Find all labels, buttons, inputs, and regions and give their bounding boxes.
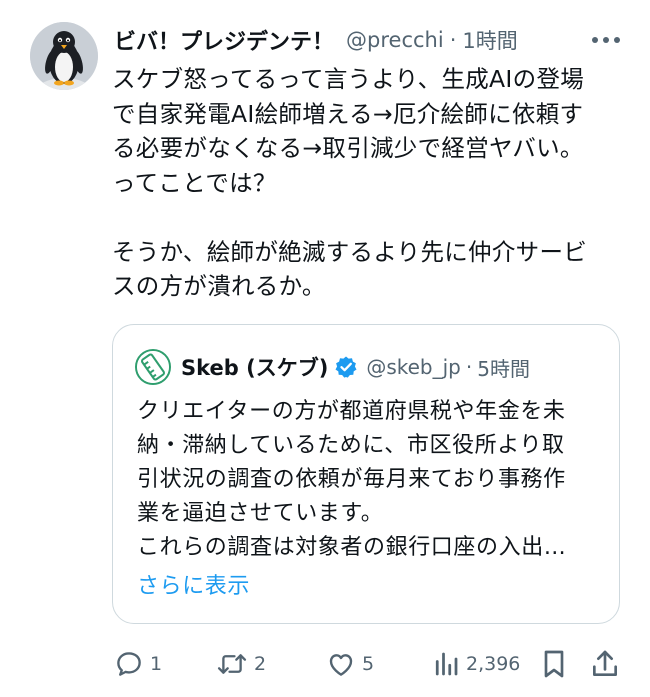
author-handle[interactable]: @precchi [346, 28, 444, 52]
views-button[interactable]: 2,396 [432, 646, 520, 682]
views-bar-chart-icon [435, 652, 458, 676]
quoted-tweet[interactable]: Skeb (スケブ) @skeb_jp · 5時間 クリエイターの方が都道府県税… [112, 324, 620, 624]
retweet-icon [217, 654, 247, 674]
header-separator: · [449, 28, 457, 52]
reply-count: 1 [150, 653, 163, 675]
more-horizontal-icon [592, 37, 620, 43]
quoted-author-display-name[interactable]: Skeb (スケブ) [181, 352, 328, 382]
reply-button[interactable]: 1 [114, 646, 162, 682]
retweet-count: 2 [254, 653, 267, 675]
heart-icon [329, 654, 353, 676]
quoted-author-handle[interactable]: @skeb_jp [366, 355, 461, 379]
share-button[interactable] [590, 646, 620, 682]
quoted-tweet-header: Skeb (スケブ) @skeb_jp · 5時間 [135, 349, 603, 385]
tweet-header: ビバ！プレジデンテ！ @precchi · 1時間 [114, 22, 630, 58]
retweet-button[interactable]: 2 [216, 646, 266, 682]
quoted-header-separator: · [465, 355, 473, 379]
quoted-author-avatar[interactable] [135, 349, 171, 385]
views-count: 2,396 [466, 653, 521, 675]
quoted-tweet-timestamp[interactable]: 5時間 [477, 353, 530, 382]
like-count: 5 [362, 653, 375, 675]
penguin-avatar-icon [30, 22, 98, 90]
reply-icon [117, 652, 141, 676]
bookmark-icon [544, 650, 564, 678]
quoted-tweet-text: クリエイターの方が都道府県税や年金を未 納・滞納しているために、市区役所より取 … [137, 399, 567, 560]
bookmark-button[interactable] [540, 646, 568, 682]
tweet-action-bar: 1 2 5 2,396 [0, 646, 650, 686]
share-icon [593, 650, 618, 676]
author-display-name[interactable]: ビバ！プレジデンテ！ [114, 24, 334, 56]
more-options-button[interactable] [586, 24, 626, 56]
tweet-timestamp[interactable]: 1時間 [462, 25, 517, 55]
tweet-text: スケブ怒ってるって言うより、生成AIの登場 で自家発電AI絵師増える→厄介絵師に… [112, 65, 588, 300]
verified-badge-icon [334, 355, 358, 379]
like-button[interactable]: 5 [326, 646, 374, 682]
tweet[interactable]: ビバ！プレジデンテ！ @precchi · 1時間 スケブ怒ってるって言うより、… [0, 0, 650, 697]
skeb-logo-icon [137, 351, 169, 383]
show-more-link[interactable]: さらに表示 [137, 568, 250, 600]
author-avatar[interactable] [30, 22, 98, 90]
